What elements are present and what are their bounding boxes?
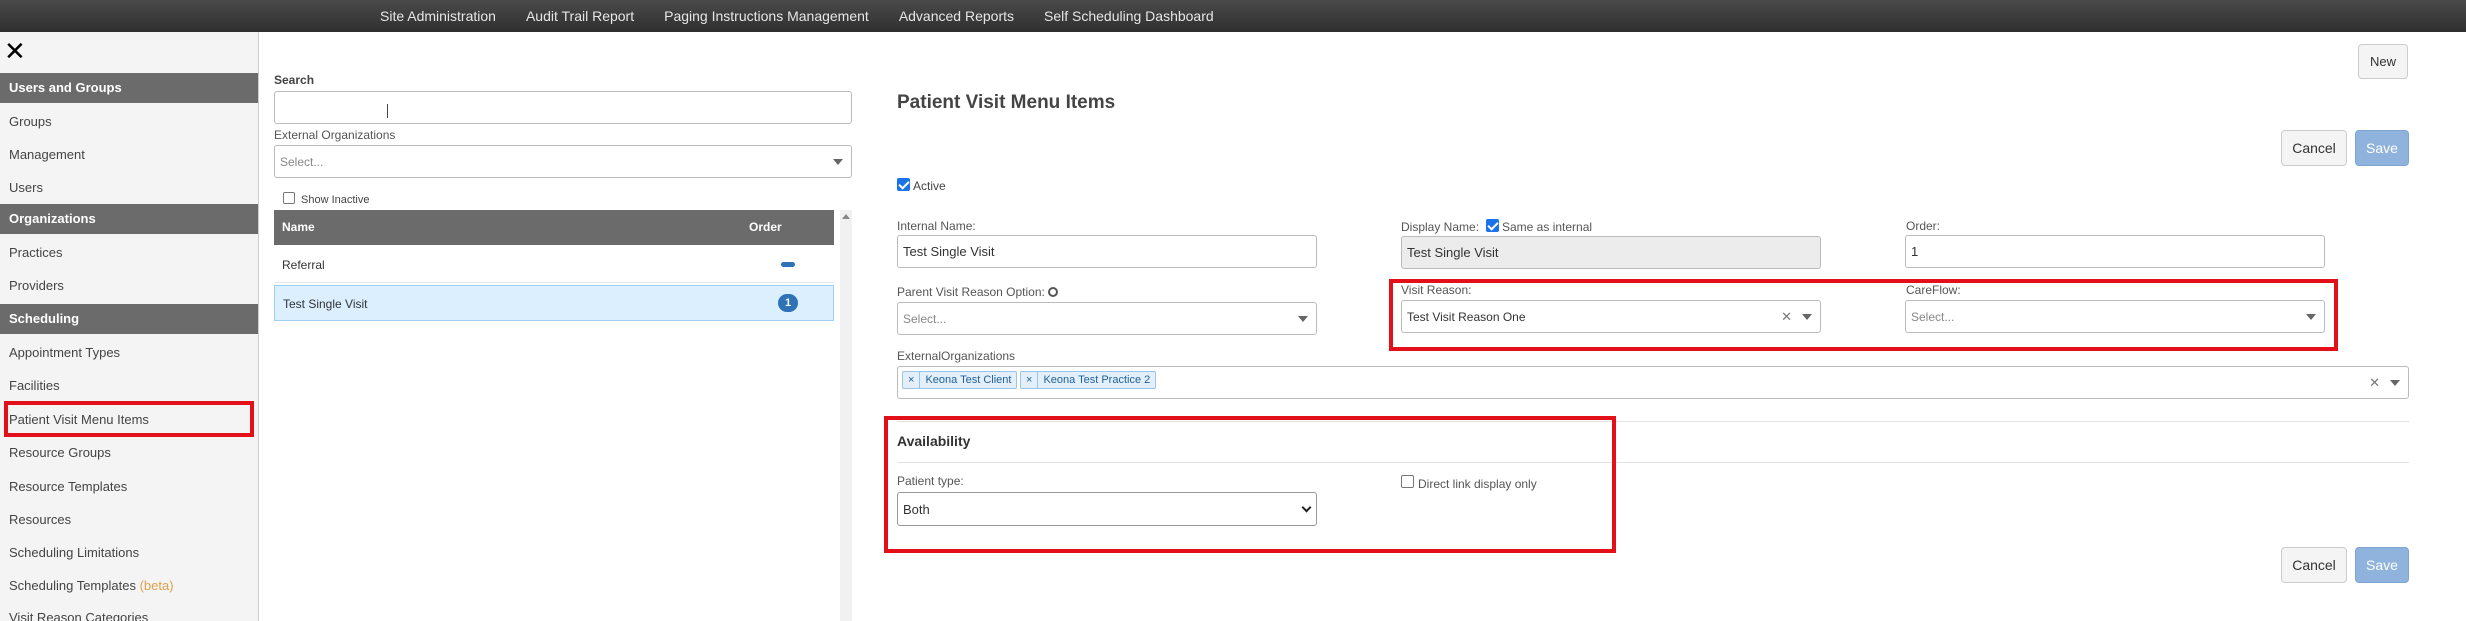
parent-visit-select[interactable]: Select... [897, 302, 1317, 335]
tag-keona-test-client[interactable]: × Keona Test Client [902, 371, 1018, 389]
search-input[interactable] [274, 91, 852, 124]
col-header-order: Order [749, 220, 782, 234]
sidebar-item-resources[interactable]: Resources [9, 512, 71, 527]
save-button-top[interactable]: Save [2355, 130, 2409, 166]
display-name-label: Display Name: [1401, 220, 1480, 234]
chevron-down-icon [833, 158, 843, 165]
page-title: Patient Visit Menu Items [897, 92, 1116, 113]
sidebar: ✕ Users and Groups Groups Management Use… [0, 32, 259, 621]
top-navbar: Site Administration Audit Trail Report P… [0, 0, 2466, 32]
sidebar-item-appointment-types[interactable]: Appointment Types [9, 345, 120, 360]
sidebar-section-scheduling: Scheduling [0, 304, 258, 334]
internal-name-input[interactable]: Test Single Visit [897, 235, 1317, 268]
remove-tag-icon[interactable]: × [1021, 372, 1039, 388]
table-row-selected[interactable]: Test Single Visit 1 [274, 285, 834, 321]
sidebar-section-organizations: Organizations [0, 204, 258, 234]
chevron-down-icon [1298, 315, 1308, 322]
show-inactive-checkbox[interactable] [283, 192, 295, 204]
display-name-input: Test Single Visit [1401, 236, 1821, 269]
text-cursor-icon [387, 104, 388, 118]
scroll-up-icon[interactable] [842, 214, 850, 219]
table-header: Name Order [274, 210, 834, 245]
external-orgs-label: ExternalOrganizations [897, 349, 1016, 363]
sidebar-item-groups[interactable]: Groups [9, 114, 52, 129]
chevron-down-icon [2390, 379, 2400, 386]
cancel-button-top[interactable]: Cancel [2281, 130, 2347, 166]
list-scrollbar[interactable] [840, 210, 852, 621]
cancel-button-bottom[interactable]: Cancel [2281, 547, 2347, 583]
sidebar-item-facilities[interactable]: Facilities [9, 378, 60, 393]
order-label: Order: [1906, 219, 1941, 233]
sidebar-section-users-groups: Users and Groups [0, 73, 258, 103]
nav-audit-trail-report[interactable]: Audit Trail Report [526, 8, 634, 24]
col-header-name: Name [282, 220, 315, 234]
new-button[interactable]: New [2358, 44, 2408, 79]
row-name: Referral [282, 258, 325, 272]
tag-keona-test-practice-2[interactable]: × Keona Test Practice 2 [1020, 371, 1157, 389]
ext-org-label: External Organizations [274, 128, 396, 142]
nav-advanced-reports[interactable]: Advanced Reports [899, 8, 1014, 24]
save-button-bottom[interactable]: Save [2355, 547, 2409, 583]
close-icon[interactable]: ✕ [4, 38, 26, 64]
internal-name-label: Internal Name: [897, 219, 976, 233]
parent-visit-label-text: Parent Visit Reason Option: [897, 285, 1045, 299]
remove-tag-icon[interactable]: × [903, 372, 921, 388]
sidebar-item-providers[interactable]: Providers [9, 278, 64, 293]
beta-badge: (beta) [139, 578, 174, 593]
table-row[interactable]: Referral [274, 246, 834, 283]
active-checkbox[interactable] [897, 178, 910, 191]
row-name: Test Single Visit [283, 297, 368, 311]
ext-org-select[interactable]: Select... [274, 145, 852, 178]
parent-visit-placeholder: Select... [903, 311, 947, 326]
tag-label: Keona Test Client [925, 374, 1012, 386]
nav-paging-instructions[interactable]: Paging Instructions Management [664, 8, 869, 24]
nav-self-scheduling-dashboard[interactable]: Self Scheduling Dashboard [1044, 8, 1214, 24]
highlight-sidebar-item [4, 401, 254, 437]
active-label: Active [913, 179, 946, 193]
search-icon[interactable] [1048, 287, 1059, 297]
parent-visit-label: Parent Visit Reason Option: [897, 285, 1059, 299]
sidebar-item-users[interactable]: Users [9, 180, 43, 195]
sidebar-item-resource-groups[interactable]: Resource Groups [9, 445, 111, 460]
top-nav-menu: Site Administration Audit Trail Report P… [380, 0, 1244, 32]
ext-org-placeholder: Select... [280, 154, 324, 169]
show-inactive-label: Show Inactive [301, 194, 370, 206]
order-badge: 1 [778, 294, 798, 312]
highlight-availability [884, 416, 1616, 553]
clear-icon[interactable]: ✕ [2369, 375, 2380, 391]
order-input[interactable]: 1 [1905, 235, 2325, 268]
tag-label: Keona Test Practice 2 [1043, 374, 1151, 386]
sidebar-item-scheduling-templates[interactable]: Scheduling Templates (beta) [9, 578, 174, 593]
sidebar-item-scheduling-limitations[interactable]: Scheduling Limitations [9, 545, 139, 560]
same-as-internal-label: Same as internal [1502, 220, 1593, 234]
external-orgs-multiselect[interactable]: × Keona Test Client × Keona Test Practice … [897, 366, 2409, 399]
order-badge [781, 262, 795, 267]
highlight-visit-reason-careflow [1389, 279, 2338, 351]
nav-site-administration[interactable]: Site Administration [380, 8, 496, 24]
sidebar-item-resource-templates[interactable]: Resource Templates [9, 479, 127, 494]
sidebar-item-management[interactable]: Management [9, 147, 85, 162]
search-label: Search [274, 73, 315, 87]
same-as-internal-checkbox[interactable] [1486, 219, 1499, 232]
sidebar-item-practices[interactable]: Practices [9, 245, 62, 260]
sidebar-item-visit-reason-categories[interactable]: Visit Reason Categories [9, 610, 148, 621]
sidebar-item-label: Scheduling Templates [9, 578, 136, 593]
